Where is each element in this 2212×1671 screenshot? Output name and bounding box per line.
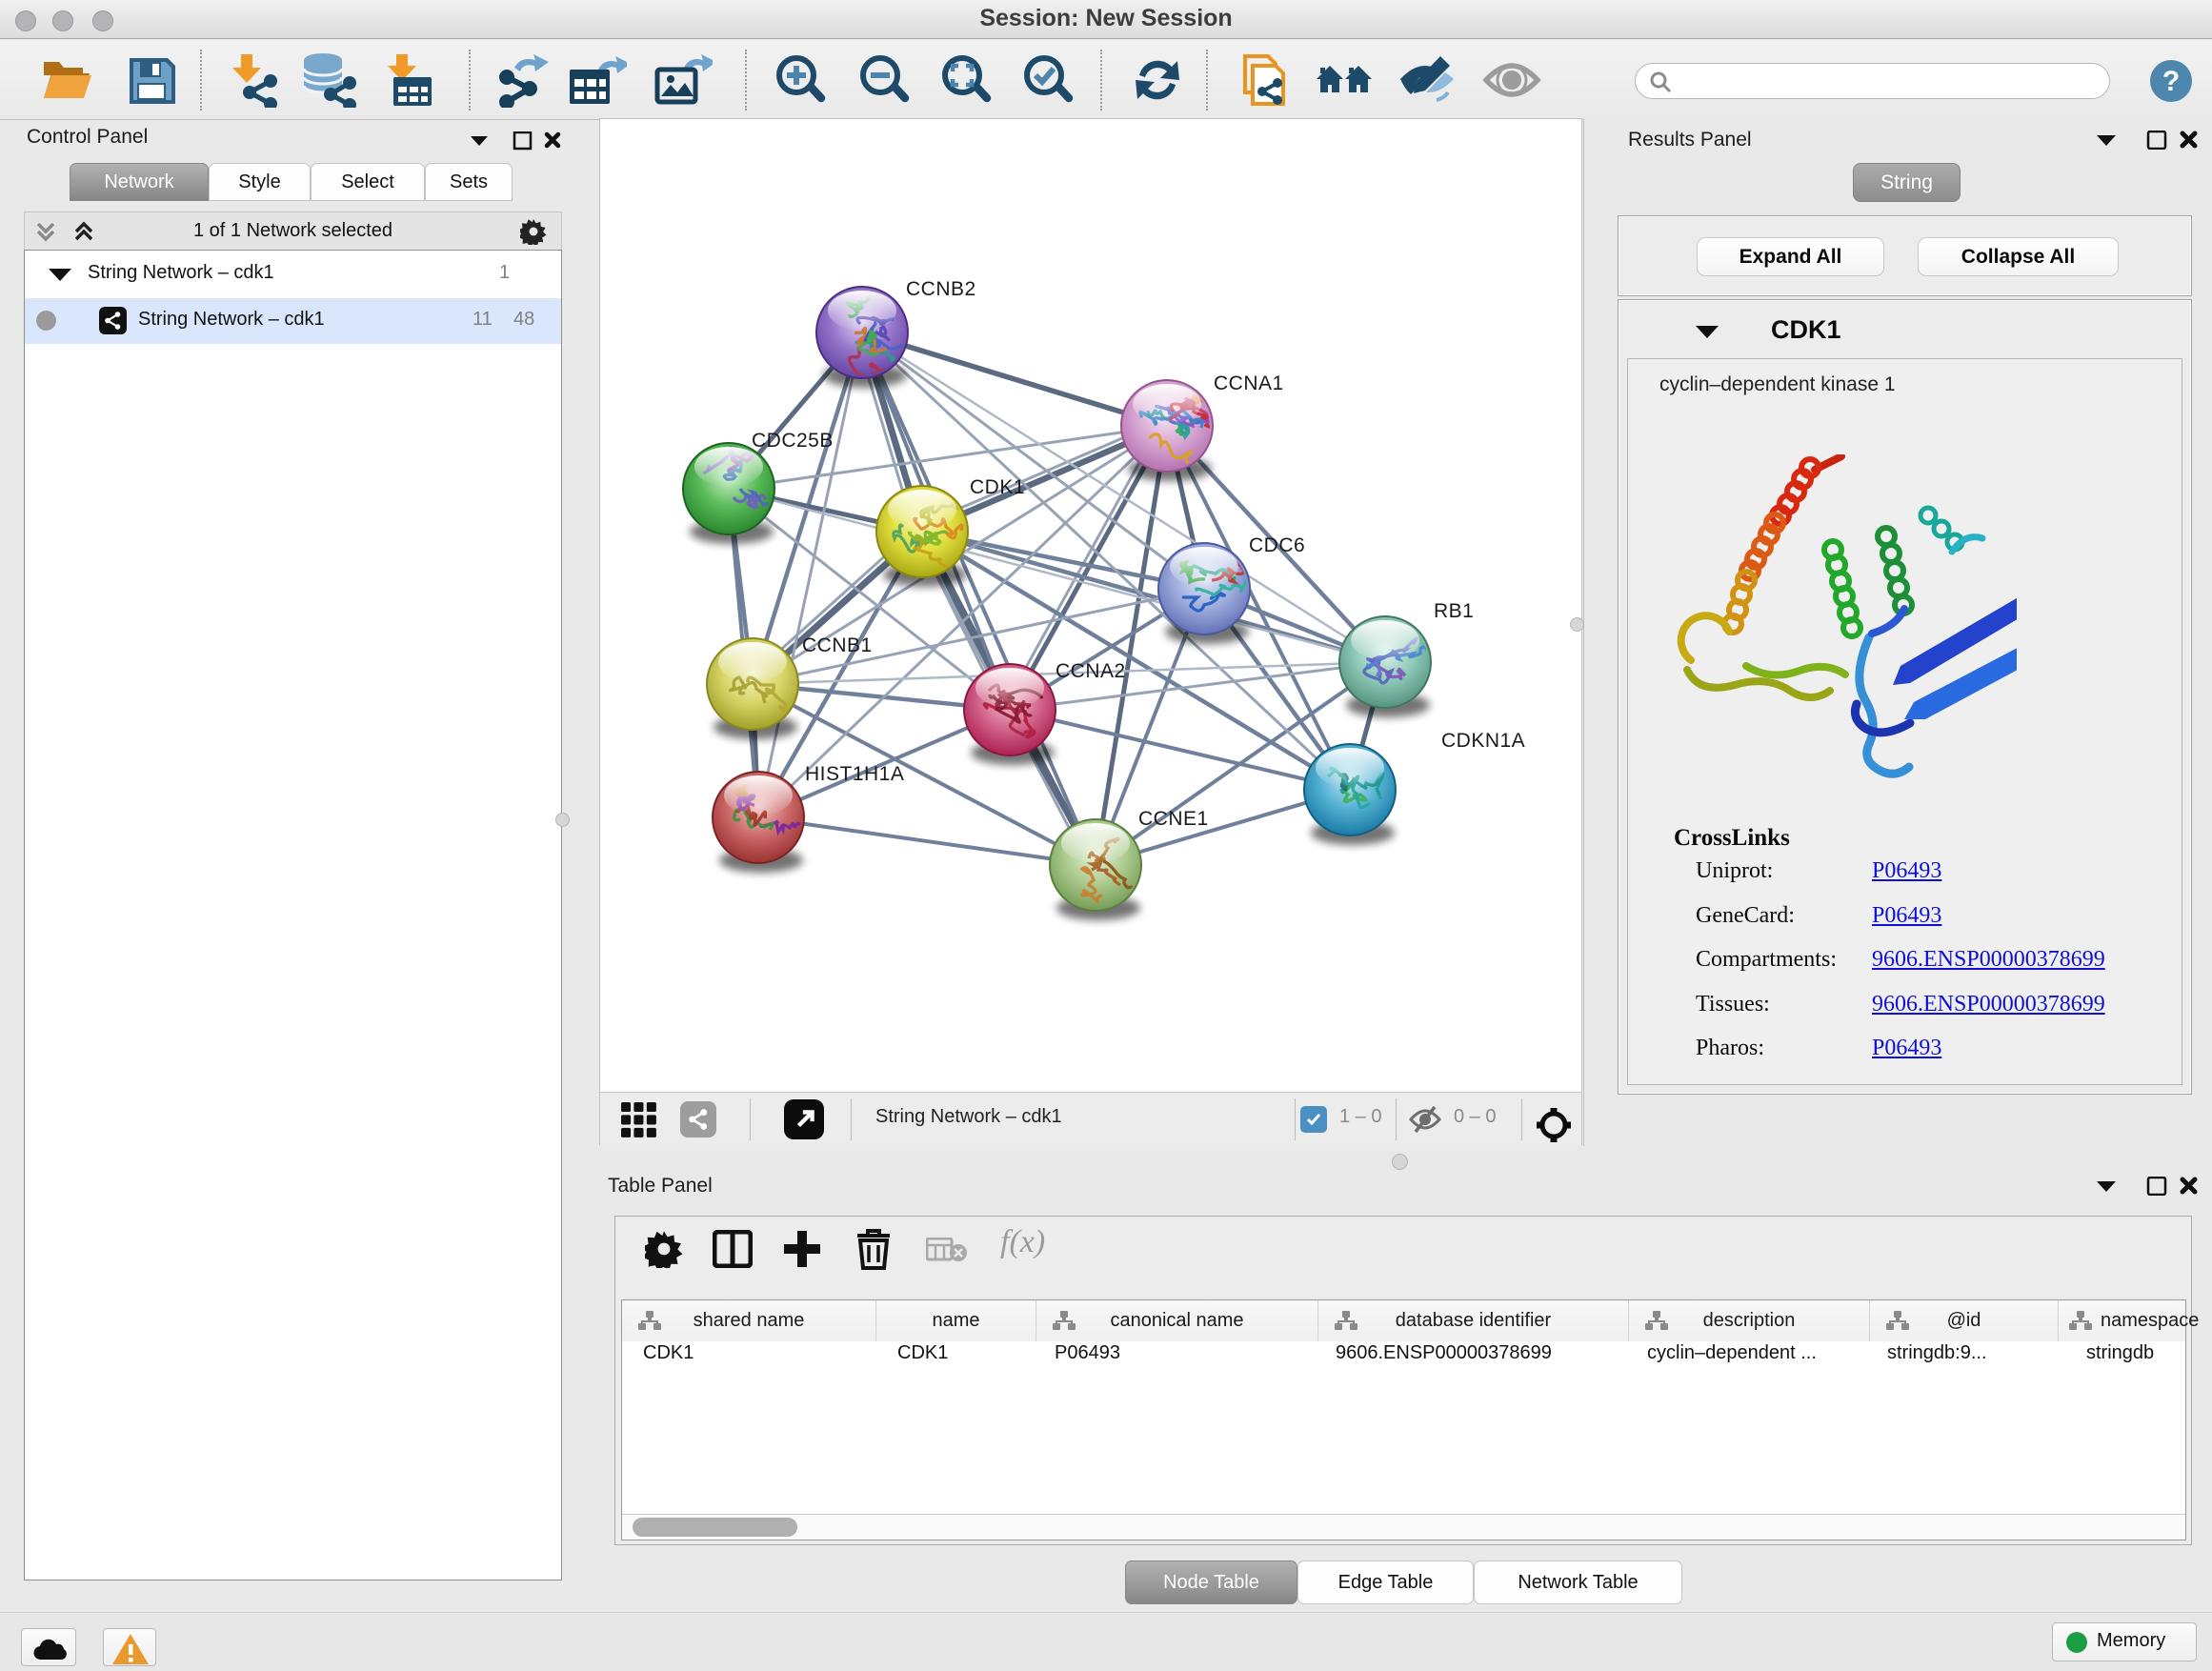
svg-text:RB1: RB1 <box>1434 600 1474 622</box>
svg-text:CCNA1: CCNA1 <box>1214 372 1284 394</box>
svg-text:CCNB1: CCNB1 <box>802 634 873 656</box>
svg-text:CDKN1A: CDKN1A <box>1441 730 1525 752</box>
svg-text:HIST1H1A: HIST1H1A <box>805 763 904 785</box>
svg-text:CDC6: CDC6 <box>1249 534 1305 556</box>
svg-text:CDC25B: CDC25B <box>752 430 834 452</box>
svg-text:?: ? <box>2162 66 2180 97</box>
svg-text:CCNA2: CCNA2 <box>1056 660 1126 682</box>
svg-text:CCNB2: CCNB2 <box>906 278 976 300</box>
svg-text:CCNE1: CCNE1 <box>1138 808 1209 830</box>
svg-text:CDK1: CDK1 <box>970 476 1025 498</box>
